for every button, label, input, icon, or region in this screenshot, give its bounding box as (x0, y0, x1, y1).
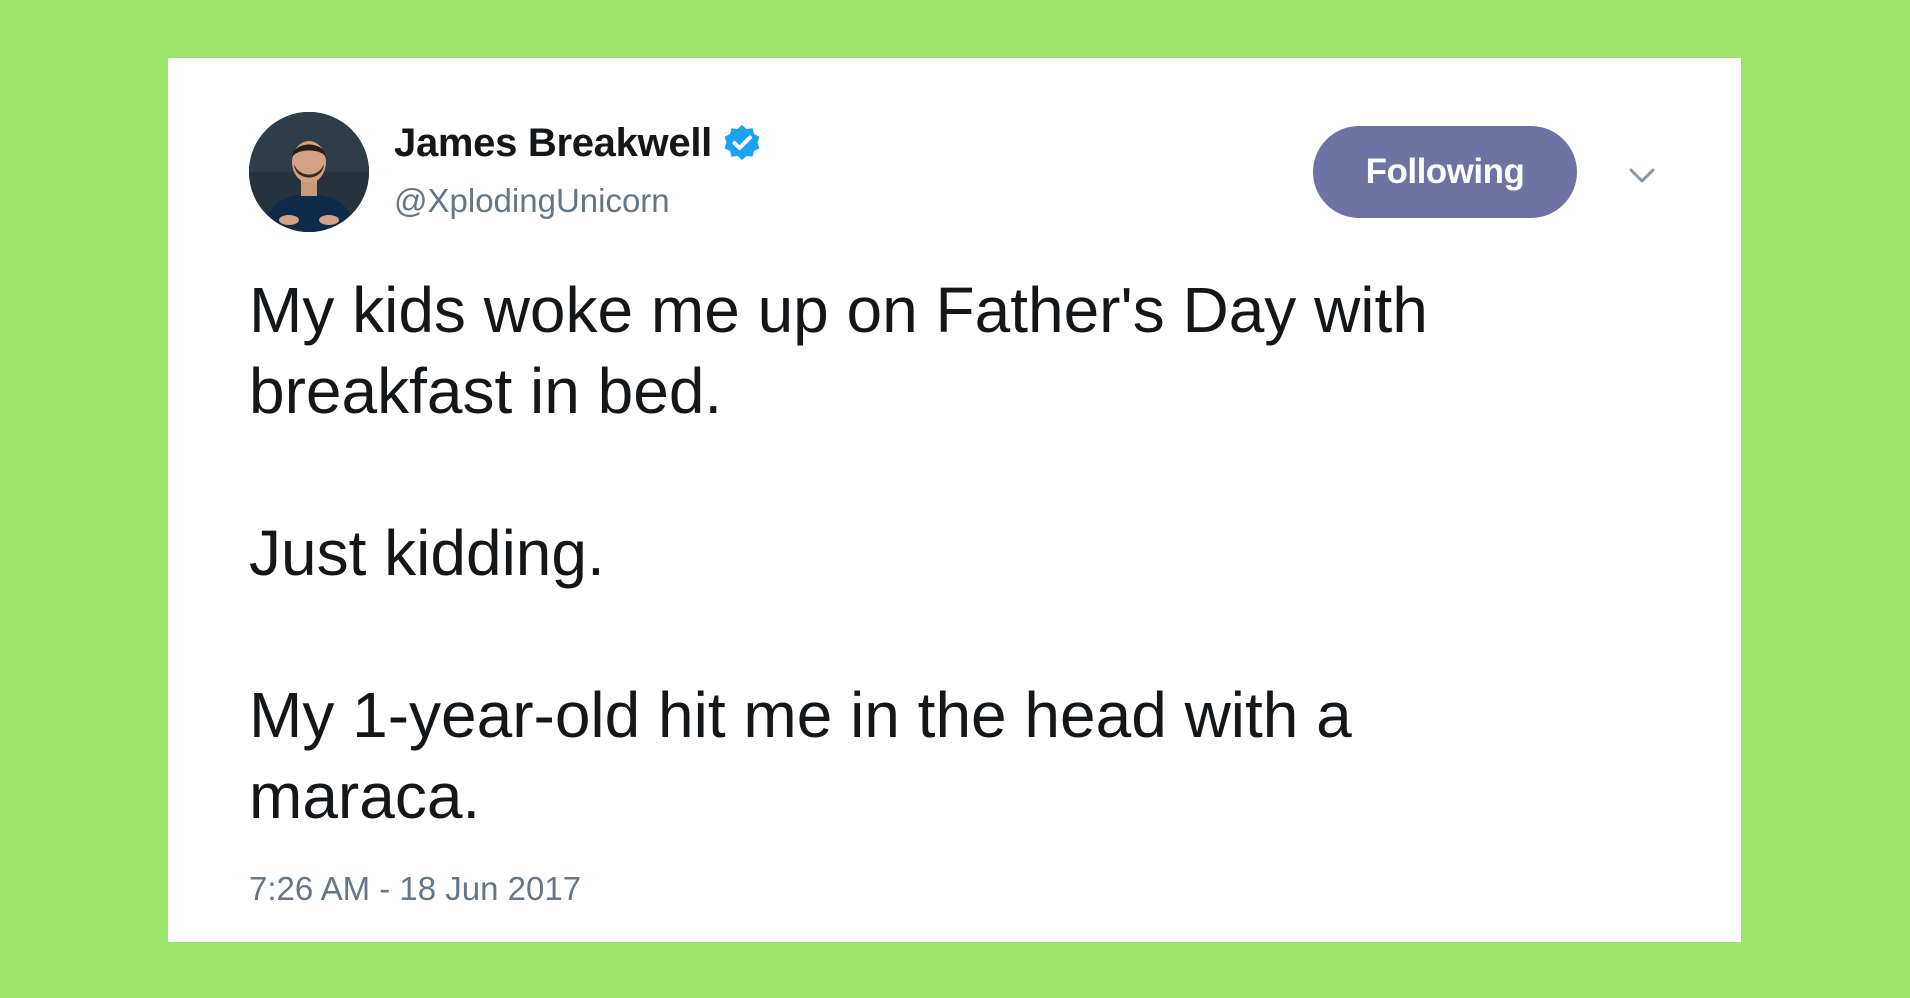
author-handle[interactable]: @XplodingUnicorn (394, 182, 670, 220)
chevron-down-icon[interactable] (1625, 158, 1659, 192)
tweet-timestamp[interactable]: 7:26 AM - 18 Jun 2017 (249, 870, 581, 908)
profile-photo-icon (249, 112, 369, 232)
tweet-card: James Breakwell @XplodingUnicorn Followi… (168, 58, 1741, 942)
verified-badge-icon (722, 123, 762, 163)
tweet-text: My kids woke me up on Father's Day with … (249, 274, 1428, 832)
author-display-name[interactable]: James Breakwell (394, 121, 712, 166)
author-name-row[interactable]: James Breakwell (394, 120, 762, 166)
following-button[interactable]: Following (1313, 126, 1577, 218)
author-avatar[interactable] (249, 112, 369, 232)
